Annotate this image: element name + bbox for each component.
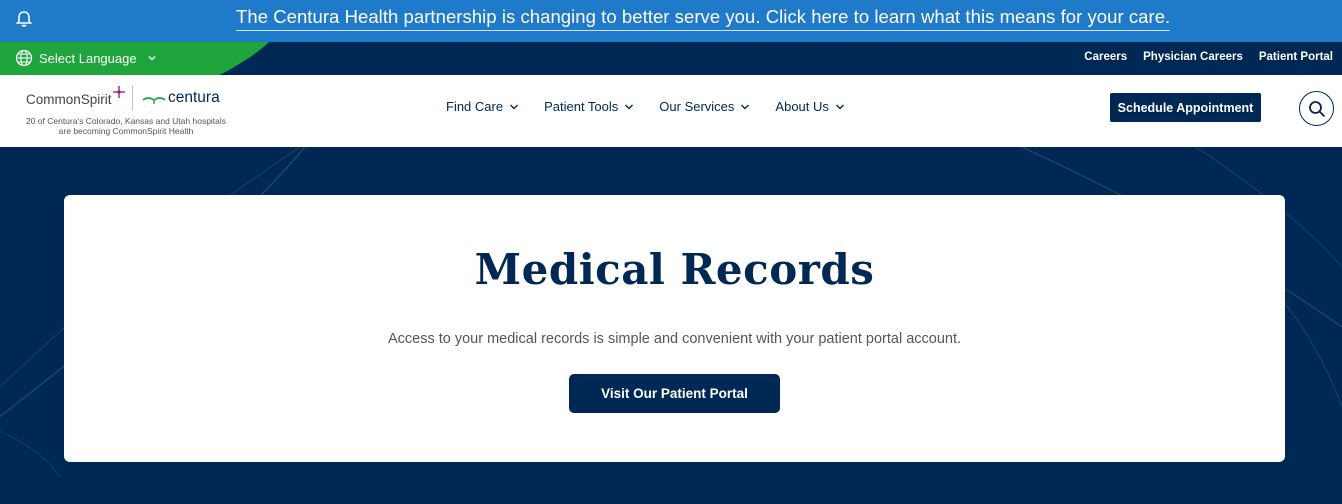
logo-divider [132, 85, 133, 111]
utility-bar: Select Language Careers Physician Career… [0, 42, 1342, 75]
medical-records-card: Medical Records Access to your medical r… [64, 195, 1285, 462]
hero-section: Medical Records Access to your medical r… [0, 147, 1342, 504]
logo-tagline-line2: are becoming CommonSpirit Health [58, 126, 194, 136]
page-title: Medical Records [474, 245, 875, 294]
alert-bar: The Centura Health partnership is changi… [0, 0, 1342, 42]
patient-portal-link[interactable]: Patient Portal [1259, 51, 1333, 63]
visit-patient-portal-button[interactable]: Visit Our Patient Portal [569, 374, 780, 413]
nav-our-services-label: Our Services [659, 99, 735, 114]
select-language-label: Select Language [39, 50, 137, 66]
chevron-down-icon [510, 104, 519, 109]
chevron-down-icon [148, 55, 156, 61]
nav-find-care-label: Find Care [446, 99, 504, 114]
centura-logo-text: centura [168, 89, 220, 106]
utility-links: Careers Physician Careers Patient Portal [1084, 51, 1333, 63]
commonspirit-logo-text: CommonSpirit [26, 92, 112, 107]
chevron-down-icon [835, 104, 844, 109]
chevron-down-icon [625, 104, 634, 109]
schedule-appointment-button[interactable]: Schedule Appointment [1110, 93, 1261, 122]
nav-find-care[interactable]: Find Care [446, 99, 519, 114]
commonspirit-mark-icon [113, 86, 125, 98]
site-logo[interactable]: CommonSpirit centura 20 of Centura's Col… [16, 83, 236, 141]
globe-icon [15, 49, 33, 67]
nav-about-us-label: About Us [775, 99, 829, 114]
search-icon [1308, 100, 1325, 117]
search-button[interactable] [1299, 91, 1334, 126]
page-description: Access to your medical records is simple… [387, 331, 962, 347]
logo-tagline: 20 of Centura's Colorado, Kansas and Uta… [16, 116, 236, 136]
select-language-button[interactable]: Select Language [15, 49, 157, 67]
chevron-down-icon [741, 104, 750, 109]
nav-our-services[interactable]: Our Services [659, 99, 750, 114]
centura-mark-icon [142, 97, 166, 104]
nav-about-us[interactable]: About Us [775, 99, 844, 114]
alert-link[interactable]: The Centura Health partnership is changi… [236, 6, 1171, 31]
physician-careers-link[interactable]: Physician Careers [1143, 51, 1243, 63]
nav-patient-tools-label: Patient Tools [544, 99, 619, 114]
nav-patient-tools[interactable]: Patient Tools [544, 99, 634, 114]
logo-tagline-line1: 20 of Centura's Colorado, Kansas and Uta… [25, 116, 227, 126]
main-header: CommonSpirit centura 20 of Centura's Col… [0, 75, 1342, 147]
bell-icon [15, 11, 33, 27]
main-nav: Find Care Patient Tools Our Services Abo… [446, 99, 870, 114]
careers-link[interactable]: Careers [1084, 51, 1127, 63]
